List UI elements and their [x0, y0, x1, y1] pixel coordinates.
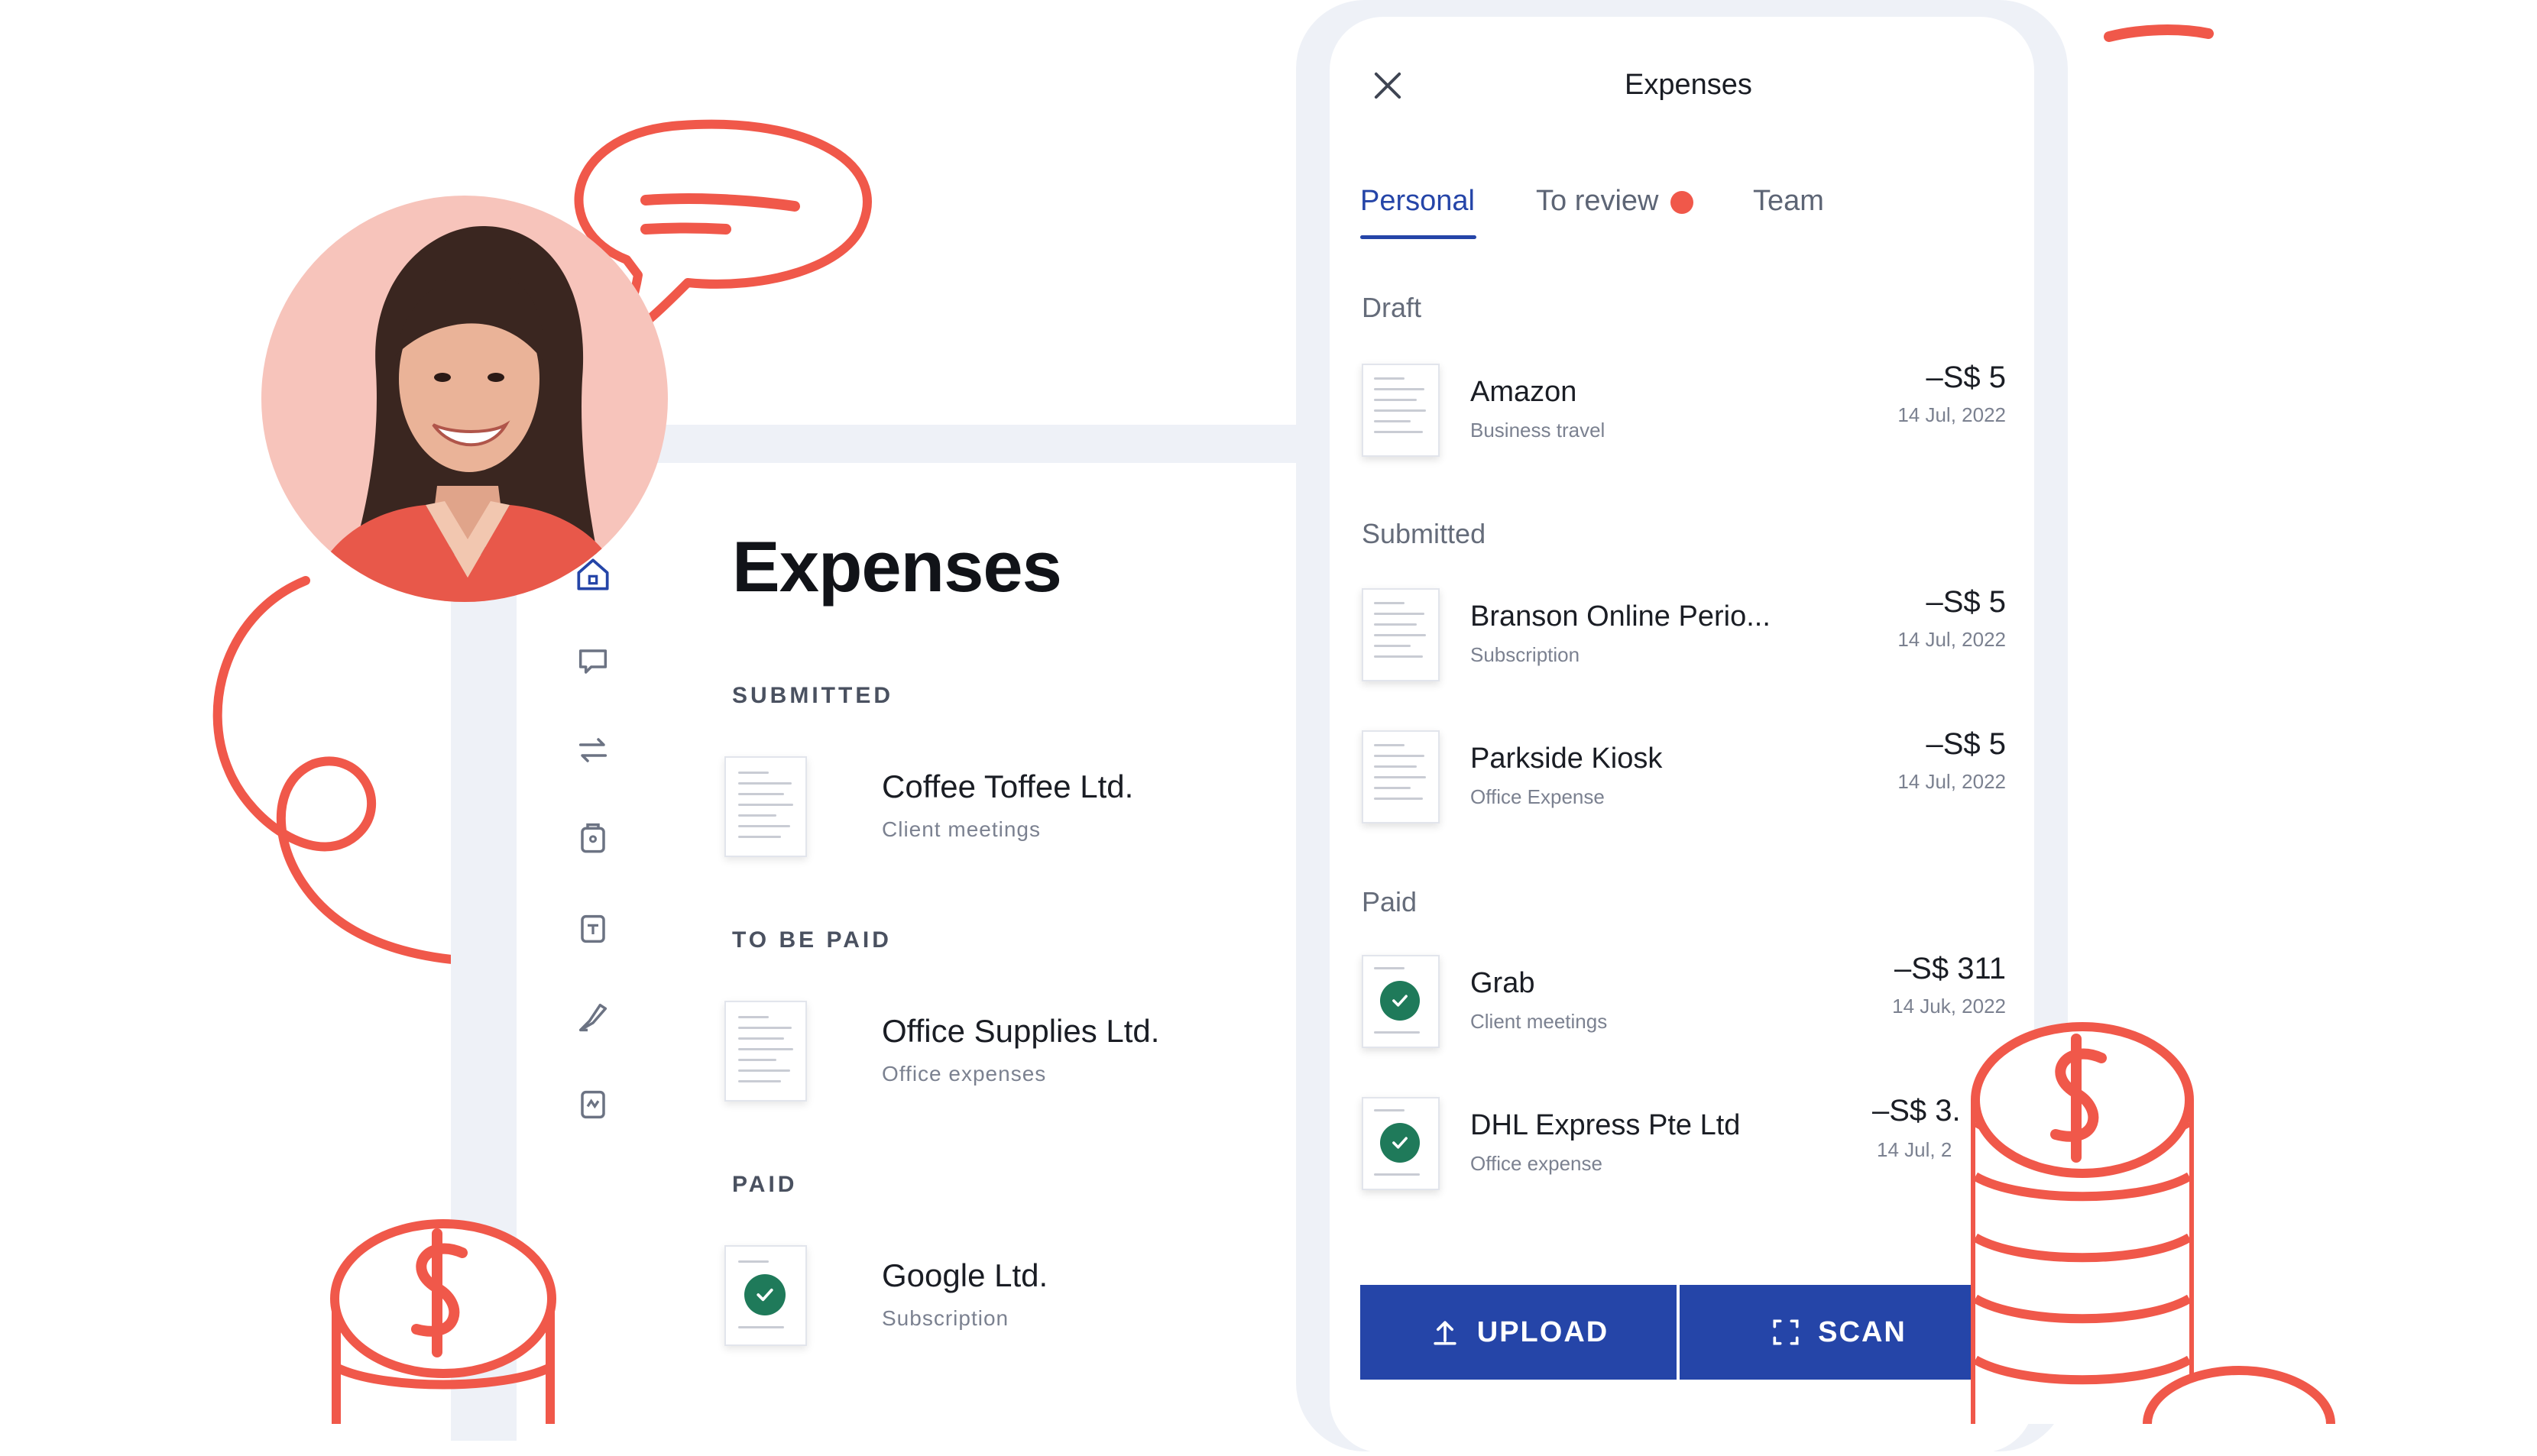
- coin-doodle-layer: [330, 1022, 2335, 1424]
- coin-stack-icon: [1971, 1022, 2335, 1424]
- coin-stack-icon: [330, 1219, 556, 1424]
